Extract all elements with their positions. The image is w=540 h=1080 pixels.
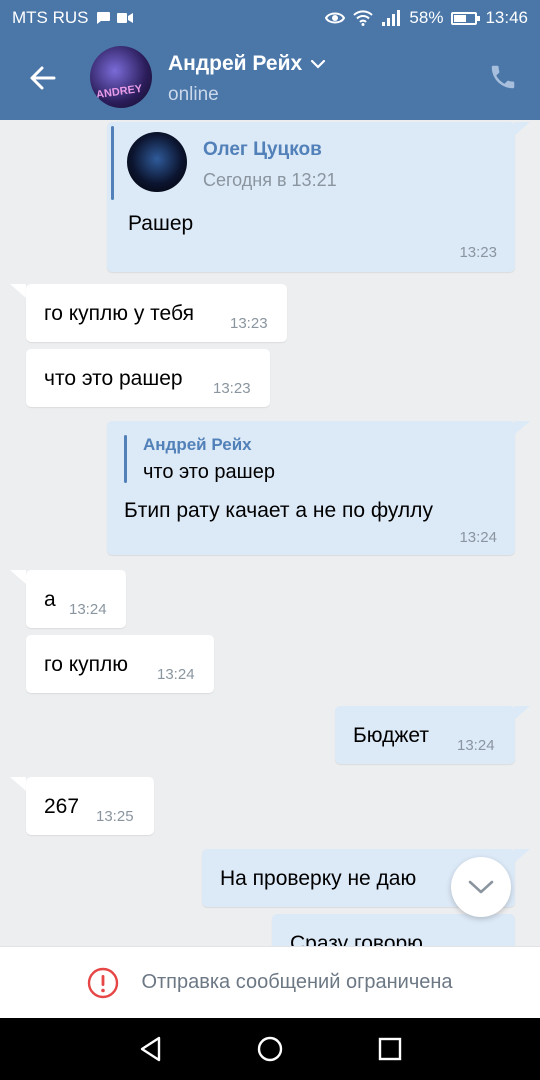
forward-author[interactable]: Олег Цуцков [203,139,322,161]
forward-avatar [127,132,187,192]
message-text: а [44,588,56,611]
message-time: 13:23 [230,315,268,332]
message-outgoing[interactable]: Бюджет 13:24 [335,706,515,764]
bubble-tail [10,570,26,584]
message-text: го куплю [44,653,129,676]
message-time: 13:24 [69,601,107,618]
scroll-down-button[interactable] [451,857,511,917]
chat-bubble-icon [96,12,110,24]
message-text: Бюджет [353,724,429,747]
message-text: Бтип рату качает а не по фуллу [124,499,433,522]
message-time: 13:23 [213,380,251,397]
message-time: 13:24 [157,666,195,683]
bubble-tail [10,777,26,791]
contact-name[interactable]: Андрей Рейх [168,52,326,76]
message-text: Рашер [128,212,194,235]
message-list[interactable]: Олег Цуцков Сегодня в 13:21 Рашер 13:23 … [0,120,540,946]
eye-icon [325,12,346,24]
clock: 13:46 [485,8,528,27]
nav-home-icon[interactable] [255,1034,285,1064]
online-status: online [168,84,219,105]
chevron-down-icon [468,880,494,894]
battery-percent: 58% [409,8,444,27]
warning-icon [88,967,119,998]
wifi-icon [353,10,374,26]
chat-header: ANDREY Андрей Рейх online [0,36,540,120]
restricted-text: Отправка сообщений ограничена [141,971,453,993]
nav-back-icon[interactable] [136,1034,166,1064]
message-outgoing-forward[interactable]: Олег Цуцков Сегодня в 13:21 Рашер 13:23 [107,122,515,272]
battery-icon [451,11,481,25]
carrier-label: MTS RUS [12,8,89,27]
message-text: На проверку не даю [220,867,417,890]
system-nav-bar [0,1018,540,1080]
bubble-tail [514,122,530,136]
contact-name-label: Андрей Рейх [168,52,303,75]
message-outgoing-reply[interactable]: Андрей Рейх что это рашер Бтип рату кача… [107,421,515,555]
bubble-tail [10,284,26,298]
video-icon [116,13,133,23]
message-text: го куплю у тебя [44,302,194,325]
bubble-tail [514,421,530,435]
message-text: 267 [44,795,80,818]
message-time: 13:24 [457,737,495,754]
message-incoming[interactable]: что это рашер 13:23 [26,349,270,407]
chevron-down-icon [311,59,326,69]
message-incoming[interactable]: 267 13:25 [26,777,154,835]
message-text: что это рашер [44,367,183,390]
forward-date: Сегодня в 13:21 [203,170,337,190]
bubble-tail [514,706,530,720]
phone-icon[interactable] [488,62,518,92]
message-text: Сразу говорю [290,932,423,946]
message-incoming[interactable]: а 13:24 [26,570,126,628]
message-time: 13:23 [459,244,497,261]
back-arrow-icon[interactable] [24,60,60,96]
message-time: 13:24 [459,529,497,546]
reply-bar [124,435,127,483]
message-incoming[interactable]: го куплю у тебя 13:23 [26,284,287,342]
reply-author[interactable]: Андрей Рейх [143,435,252,455]
message-outgoing[interactable]: Сразу говорю [272,914,515,946]
avatar-label: ANDREY [95,82,144,102]
avatar[interactable]: ANDREY [90,46,152,108]
bubble-tail [514,849,530,863]
signal-icon [382,10,401,26]
forward-bar [111,126,114,200]
status-bar: MTS RUS 58% 13:46 [0,0,540,36]
message-incoming[interactable]: го куплю 13:24 [26,635,214,693]
messaging-restricted-banner: Отправка сообщений ограничена [0,946,540,1018]
nav-recents-icon[interactable] [375,1034,405,1064]
reply-text: что это рашер [143,461,275,483]
message-time: 13:25 [96,808,134,825]
